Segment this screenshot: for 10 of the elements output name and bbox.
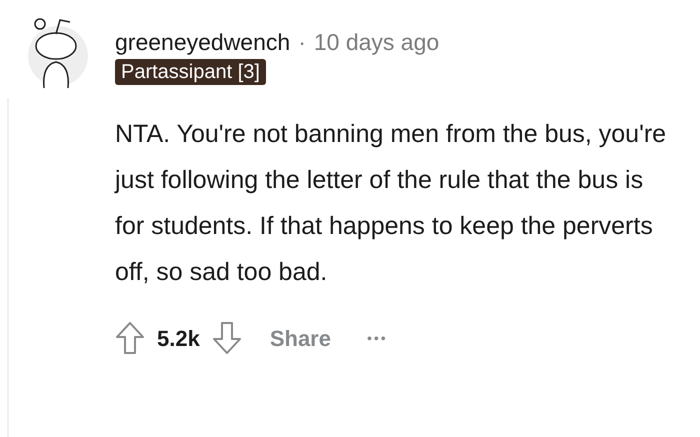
more-button[interactable]: ••• <box>366 328 388 348</box>
comment-body: NTA. You're not banning men from the bus, you're just following the letter of the rule that the bus is for students. If that happens to keep the perverts off, so sad too bad. <box>115 119 668 288</box>
share-button[interactable]: Share <box>270 322 331 354</box>
upvote-icon[interactable] <box>115 321 145 355</box>
vote-score: 5.2k <box>157 324 200 352</box>
user-flair: Partassipant [3] <box>115 59 266 85</box>
downvote-icon[interactable] <box>212 321 242 355</box>
username[interactable]: greeneyedwench <box>115 28 290 56</box>
timestamp: 10 days ago <box>314 28 440 56</box>
separator-dot: · <box>298 28 306 56</box>
